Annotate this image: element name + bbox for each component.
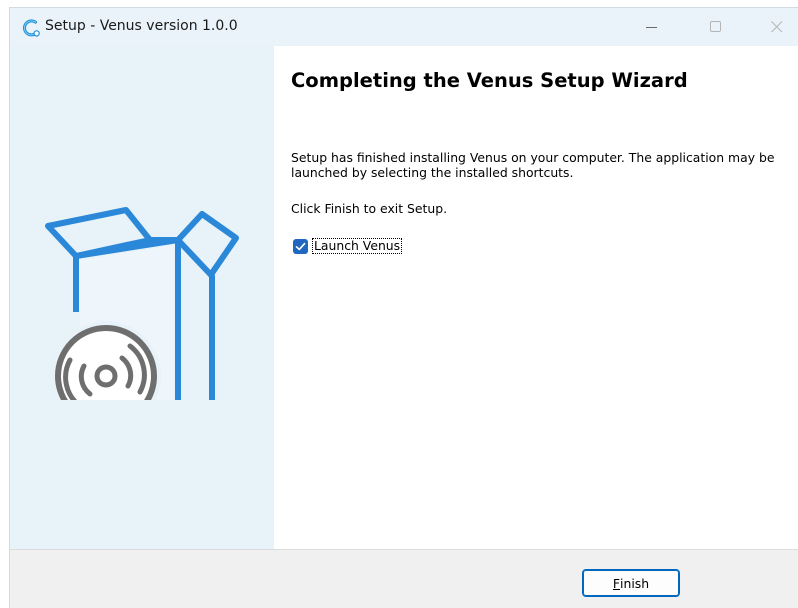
- launch-venus-label[interactable]: Launch Venus: [312, 238, 403, 254]
- completion-message: Setup has finished installing Venus on y…: [291, 150, 775, 180]
- maximize-button[interactable]: [693, 8, 739, 46]
- wizard-sidebar: [10, 46, 274, 549]
- button-bar: Finish: [10, 549, 798, 608]
- finish-button[interactable]: Finish: [582, 569, 680, 597]
- title-bar[interactable]: Setup - Venus version 1.0.0: [10, 8, 798, 46]
- finish-button-mnemonic: F: [612, 575, 621, 591]
- close-icon: [771, 21, 783, 33]
- finish-button-label: inish: [620, 575, 650, 591]
- minimize-button[interactable]: [629, 8, 675, 46]
- launch-venus-checkbox[interactable]: [293, 238, 308, 254]
- setup-window: Setup - Venus version 1.0.0 Completing t…: [9, 7, 798, 608]
- page-heading: Completing the Venus Setup Wizard: [291, 69, 688, 92]
- checkmark-icon: [295, 242, 306, 250]
- close-button[interactable]: [754, 8, 798, 46]
- finish-instruction: Click Finish to exit Setup.: [291, 201, 448, 216]
- setup-app-icon: [21, 18, 41, 38]
- window-title: Setup - Venus version 1.0.0: [45, 18, 238, 34]
- launch-venus-option[interactable]: Launch Venus: [293, 238, 403, 254]
- maximize-icon: [710, 21, 721, 32]
- minimize-icon: [646, 27, 657, 28]
- box-with-disc-illustration: [45, 207, 239, 400]
- wizard-content: Completing the Venus Setup Wizard Setup …: [274, 46, 798, 549]
